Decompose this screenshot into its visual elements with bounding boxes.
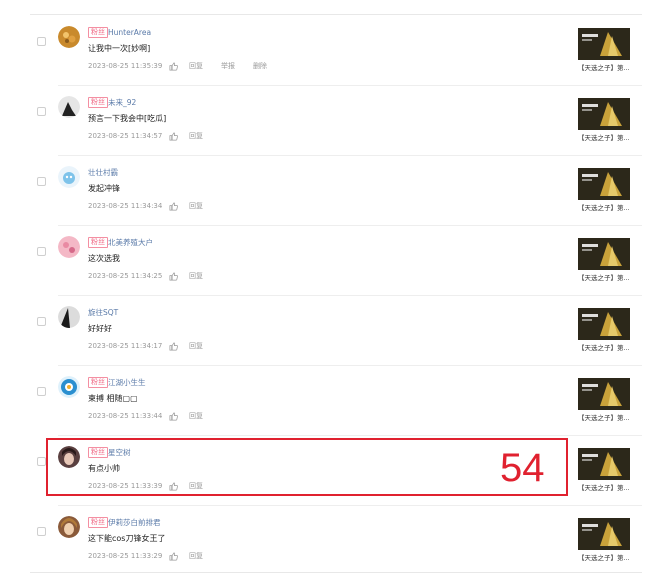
video-title-link[interactable]: 【天选之子】第... bbox=[578, 64, 634, 73]
like-icon[interactable] bbox=[169, 272, 178, 281]
comment-timestamp: 2023-08-25 11:33:29 bbox=[88, 552, 163, 560]
video-thumbnail[interactable] bbox=[578, 518, 630, 550]
comment-text: 这次选我 bbox=[88, 254, 120, 263]
like-icon[interactable] bbox=[169, 412, 178, 421]
video-thumbnail[interactable] bbox=[578, 308, 630, 340]
user-avatar[interactable] bbox=[58, 96, 80, 118]
select-checkbox[interactable] bbox=[37, 247, 46, 256]
like-icon[interactable] bbox=[169, 132, 178, 141]
comment-text: 让我中一次[妙啊] bbox=[88, 44, 151, 53]
reply-button[interactable]: 回复 bbox=[189, 271, 203, 282]
video-title-link[interactable]: 【天选之子】第... bbox=[578, 204, 634, 213]
delete-button[interactable]: 删除 bbox=[253, 61, 267, 72]
comment-row: 旋往SQT 好好好 2023-08-25 11:34:17 回复 【天选之子】第... bbox=[0, 296, 660, 366]
comment-meta: 2023-08-25 11:34:57 回复 bbox=[88, 131, 203, 142]
comment-text: 发起冲锋 bbox=[88, 184, 120, 193]
video-title-link[interactable]: 【天选之子】第... bbox=[578, 344, 634, 353]
fan-badge: 粉丝 bbox=[88, 517, 108, 528]
comment-text: 柬搏 相随▢▢ bbox=[88, 394, 138, 403]
user-avatar[interactable] bbox=[58, 236, 80, 258]
comment-row: 粉丝 北美养殖大户这次选我 2023-08-25 11:34:25 回复 【天选之子】第… bbox=[0, 226, 660, 296]
comment-timestamp: 2023-08-25 11:33:44 bbox=[88, 412, 163, 420]
username-link[interactable]: HunterArea bbox=[108, 28, 151, 38]
select-checkbox[interactable] bbox=[37, 457, 46, 466]
user-avatar[interactable] bbox=[58, 166, 80, 188]
comment-timestamp: 2023-08-25 11:34:25 bbox=[88, 272, 163, 280]
reply-button[interactable]: 回复 bbox=[189, 201, 203, 212]
video-thumbnail[interactable] bbox=[578, 448, 630, 480]
fan-badge: 粉丝 bbox=[88, 377, 108, 388]
comment-meta: 2023-08-25 11:33:29 回复 bbox=[88, 551, 203, 562]
user-avatar[interactable] bbox=[58, 306, 80, 328]
video-title-link[interactable]: 【天选之子】第... bbox=[578, 134, 634, 143]
comment-timestamp: 2023-08-25 11:34:34 bbox=[88, 202, 163, 210]
video-title-link[interactable]: 【天选之子】第... bbox=[578, 554, 634, 563]
list-top-divider bbox=[30, 14, 642, 15]
comment-text: 这下能cos刀锋女王了 bbox=[88, 534, 166, 543]
comment-row: 粉丝 未来_92 预言一下我会中[吃瓜] 2023-08-25 11:34:57 回复 【… bbox=[0, 86, 660, 156]
select-checkbox[interactable] bbox=[37, 177, 46, 186]
username-link[interactable]: 未来_92 bbox=[108, 98, 136, 108]
comment-text: 预言一下我会中[吃瓜] bbox=[88, 114, 167, 123]
username-link[interactable]: 壮壮村霸 bbox=[88, 168, 118, 178]
comment-text: 好好好 bbox=[88, 324, 112, 333]
comment-row: 粉丝 HunterArea 让我中一次[妙啊] 2023-08-25 11:35:39… bbox=[0, 16, 660, 86]
comment-row: 壮壮村霸发起冲锋 2023-08-25 11:34:34 回复 【天选之子】第... bbox=[0, 156, 660, 226]
comment-meta: 2023-08-25 11:35:39 回复 举报 删除 bbox=[88, 61, 267, 72]
select-checkbox[interactable] bbox=[37, 37, 46, 46]
reply-button[interactable]: 回复 bbox=[189, 341, 203, 352]
video-thumbnail[interactable] bbox=[578, 168, 630, 200]
select-checkbox[interactable] bbox=[37, 527, 46, 536]
comment-meta: 2023-08-25 11:34:25 回复 bbox=[88, 271, 203, 282]
comment-meta: 2023-08-25 11:34:17 回复 bbox=[88, 341, 203, 352]
reply-button[interactable]: 回复 bbox=[189, 551, 203, 562]
like-icon[interactable] bbox=[169, 552, 178, 561]
fan-badge: 粉丝 bbox=[88, 97, 108, 108]
video-thumbnail[interactable] bbox=[578, 28, 630, 60]
reply-button[interactable]: 回复 bbox=[189, 61, 203, 72]
video-thumbnail[interactable] bbox=[578, 98, 630, 130]
video-title-link[interactable]: 【天选之子】第... bbox=[578, 274, 634, 283]
user-avatar[interactable] bbox=[58, 376, 80, 398]
username-link[interactable]: 江湖小生生 bbox=[108, 378, 146, 388]
annotation-highlight-box bbox=[46, 438, 568, 496]
like-icon[interactable] bbox=[169, 202, 178, 211]
like-icon[interactable] bbox=[169, 62, 178, 71]
username-link[interactable]: 旋往SQT bbox=[88, 308, 118, 318]
select-checkbox[interactable] bbox=[37, 387, 46, 396]
username-link[interactable]: 北美养殖大户 bbox=[108, 238, 153, 248]
list-bottom-divider bbox=[30, 572, 642, 573]
user-avatar[interactable] bbox=[58, 516, 80, 538]
comment-timestamp: 2023-08-25 11:34:57 bbox=[88, 132, 163, 140]
video-title-link[interactable]: 【天选之子】第... bbox=[578, 484, 634, 493]
select-checkbox[interactable] bbox=[37, 317, 46, 326]
report-button[interactable]: 举报 bbox=[221, 61, 235, 72]
select-checkbox[interactable] bbox=[37, 107, 46, 116]
comment-meta: 2023-08-25 11:33:44 回复 bbox=[88, 411, 203, 422]
username-link[interactable]: 伊莉莎白前排君 bbox=[108, 518, 161, 528]
like-icon[interactable] bbox=[169, 342, 178, 351]
video-thumbnail[interactable] bbox=[578, 378, 630, 410]
annotation-number: 54 bbox=[500, 446, 545, 490]
user-avatar[interactable] bbox=[58, 26, 80, 48]
fan-badge: 粉丝 bbox=[88, 27, 108, 38]
comment-timestamp: 2023-08-25 11:34:17 bbox=[88, 342, 163, 350]
comment-row: 粉丝 江湖小生生柬搏 相随▢▢ 2023-08-25 11:33:44 回复 【天选之子… bbox=[0, 366, 660, 436]
reply-button[interactable]: 回复 bbox=[189, 131, 203, 142]
comment-row: 粉丝 伊莉莎白前排君这下能cos刀锋女王了 2023-08-25 11:33:29 回… bbox=[0, 506, 660, 576]
video-thumbnail[interactable] bbox=[578, 238, 630, 270]
comment-meta: 2023-08-25 11:34:34 回复 bbox=[88, 201, 203, 212]
video-title-link[interactable]: 【天选之子】第... bbox=[578, 414, 634, 423]
fan-badge: 粉丝 bbox=[88, 237, 108, 248]
comment-timestamp: 2023-08-25 11:35:39 bbox=[88, 62, 163, 70]
reply-button[interactable]: 回复 bbox=[189, 411, 203, 422]
